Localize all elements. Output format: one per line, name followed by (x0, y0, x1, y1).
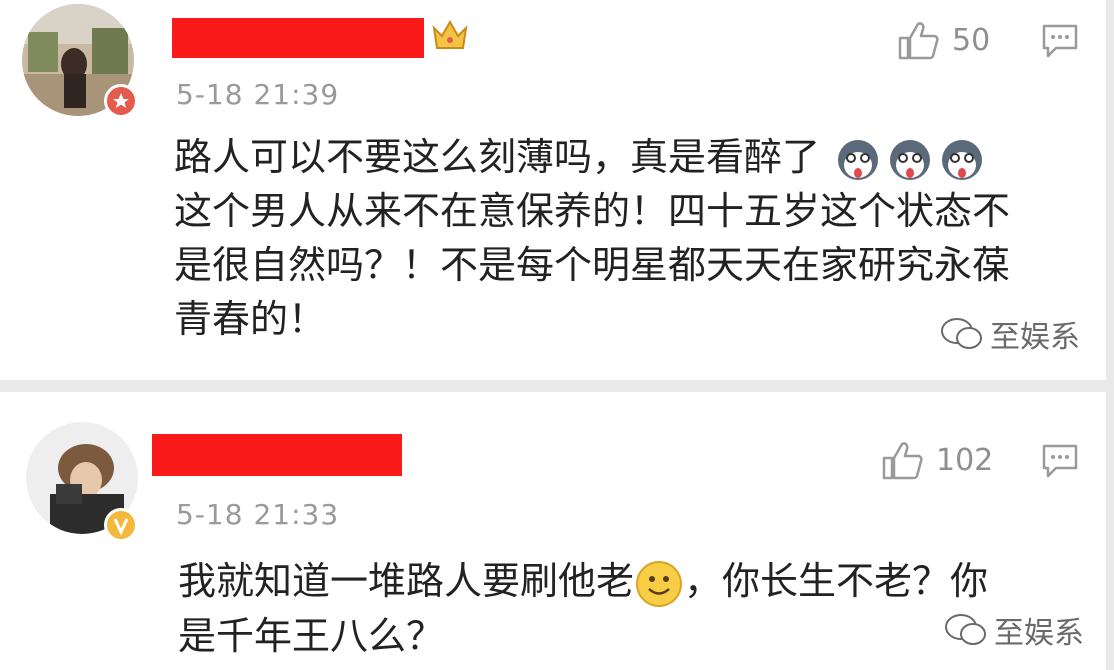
comment-line: 这个男人从来不在意保养的！四十五岁这个状态不 (174, 189, 1011, 233)
like-button[interactable]: 50 (896, 20, 990, 60)
verified-badge-icon (104, 508, 138, 542)
comment-icon[interactable] (1040, 442, 1080, 484)
husky-emoji-icon (838, 139, 879, 180)
like-button[interactable]: 102 (880, 440, 993, 480)
watermark: 至娱系 (940, 312, 1080, 356)
comment-line: 我就知道一堆路人要刷他老 ，你长生不老？你 (178, 554, 1098, 609)
like-count: 102 (936, 442, 994, 478)
comment-line: 路人可以不要这么刻薄吗，真是看醉了 (174, 130, 1094, 184)
comment-icon[interactable] (1040, 22, 1080, 64)
verified-badge-icon (104, 84, 138, 118)
wechat-icon (945, 614, 986, 645)
comment-line: 是很自然吗？！不是每个明星都天天在家研究永葆 (174, 243, 1011, 287)
comment-card: 5-18 21:33 102 我就知道一堆路人要刷他老 ，你长生不老？你 是千年王… (0, 392, 1106, 670)
comment-timestamp: 5-18 21:39 (176, 78, 340, 111)
comment-timestamp: 5-18 21:33 (176, 498, 340, 531)
wechat-icon (941, 318, 982, 349)
smile-emoji-icon (636, 560, 683, 607)
redacted-username[interactable] (172, 18, 424, 58)
comment-card: 5-18 21:39 50 路人可以不要这么刻薄吗，真是看醉了 这个男人从来不在… (0, 0, 1106, 380)
thumbs-up-icon (898, 22, 939, 60)
husky-emoji-icon (942, 139, 983, 180)
redacted-username[interactable] (152, 434, 402, 476)
husky-emoji-icon (890, 139, 931, 180)
watermark: 至娱系 (944, 608, 1084, 652)
like-count: 50 (952, 22, 991, 58)
crown-icon (430, 18, 470, 58)
thumbs-up-icon (882, 442, 923, 480)
